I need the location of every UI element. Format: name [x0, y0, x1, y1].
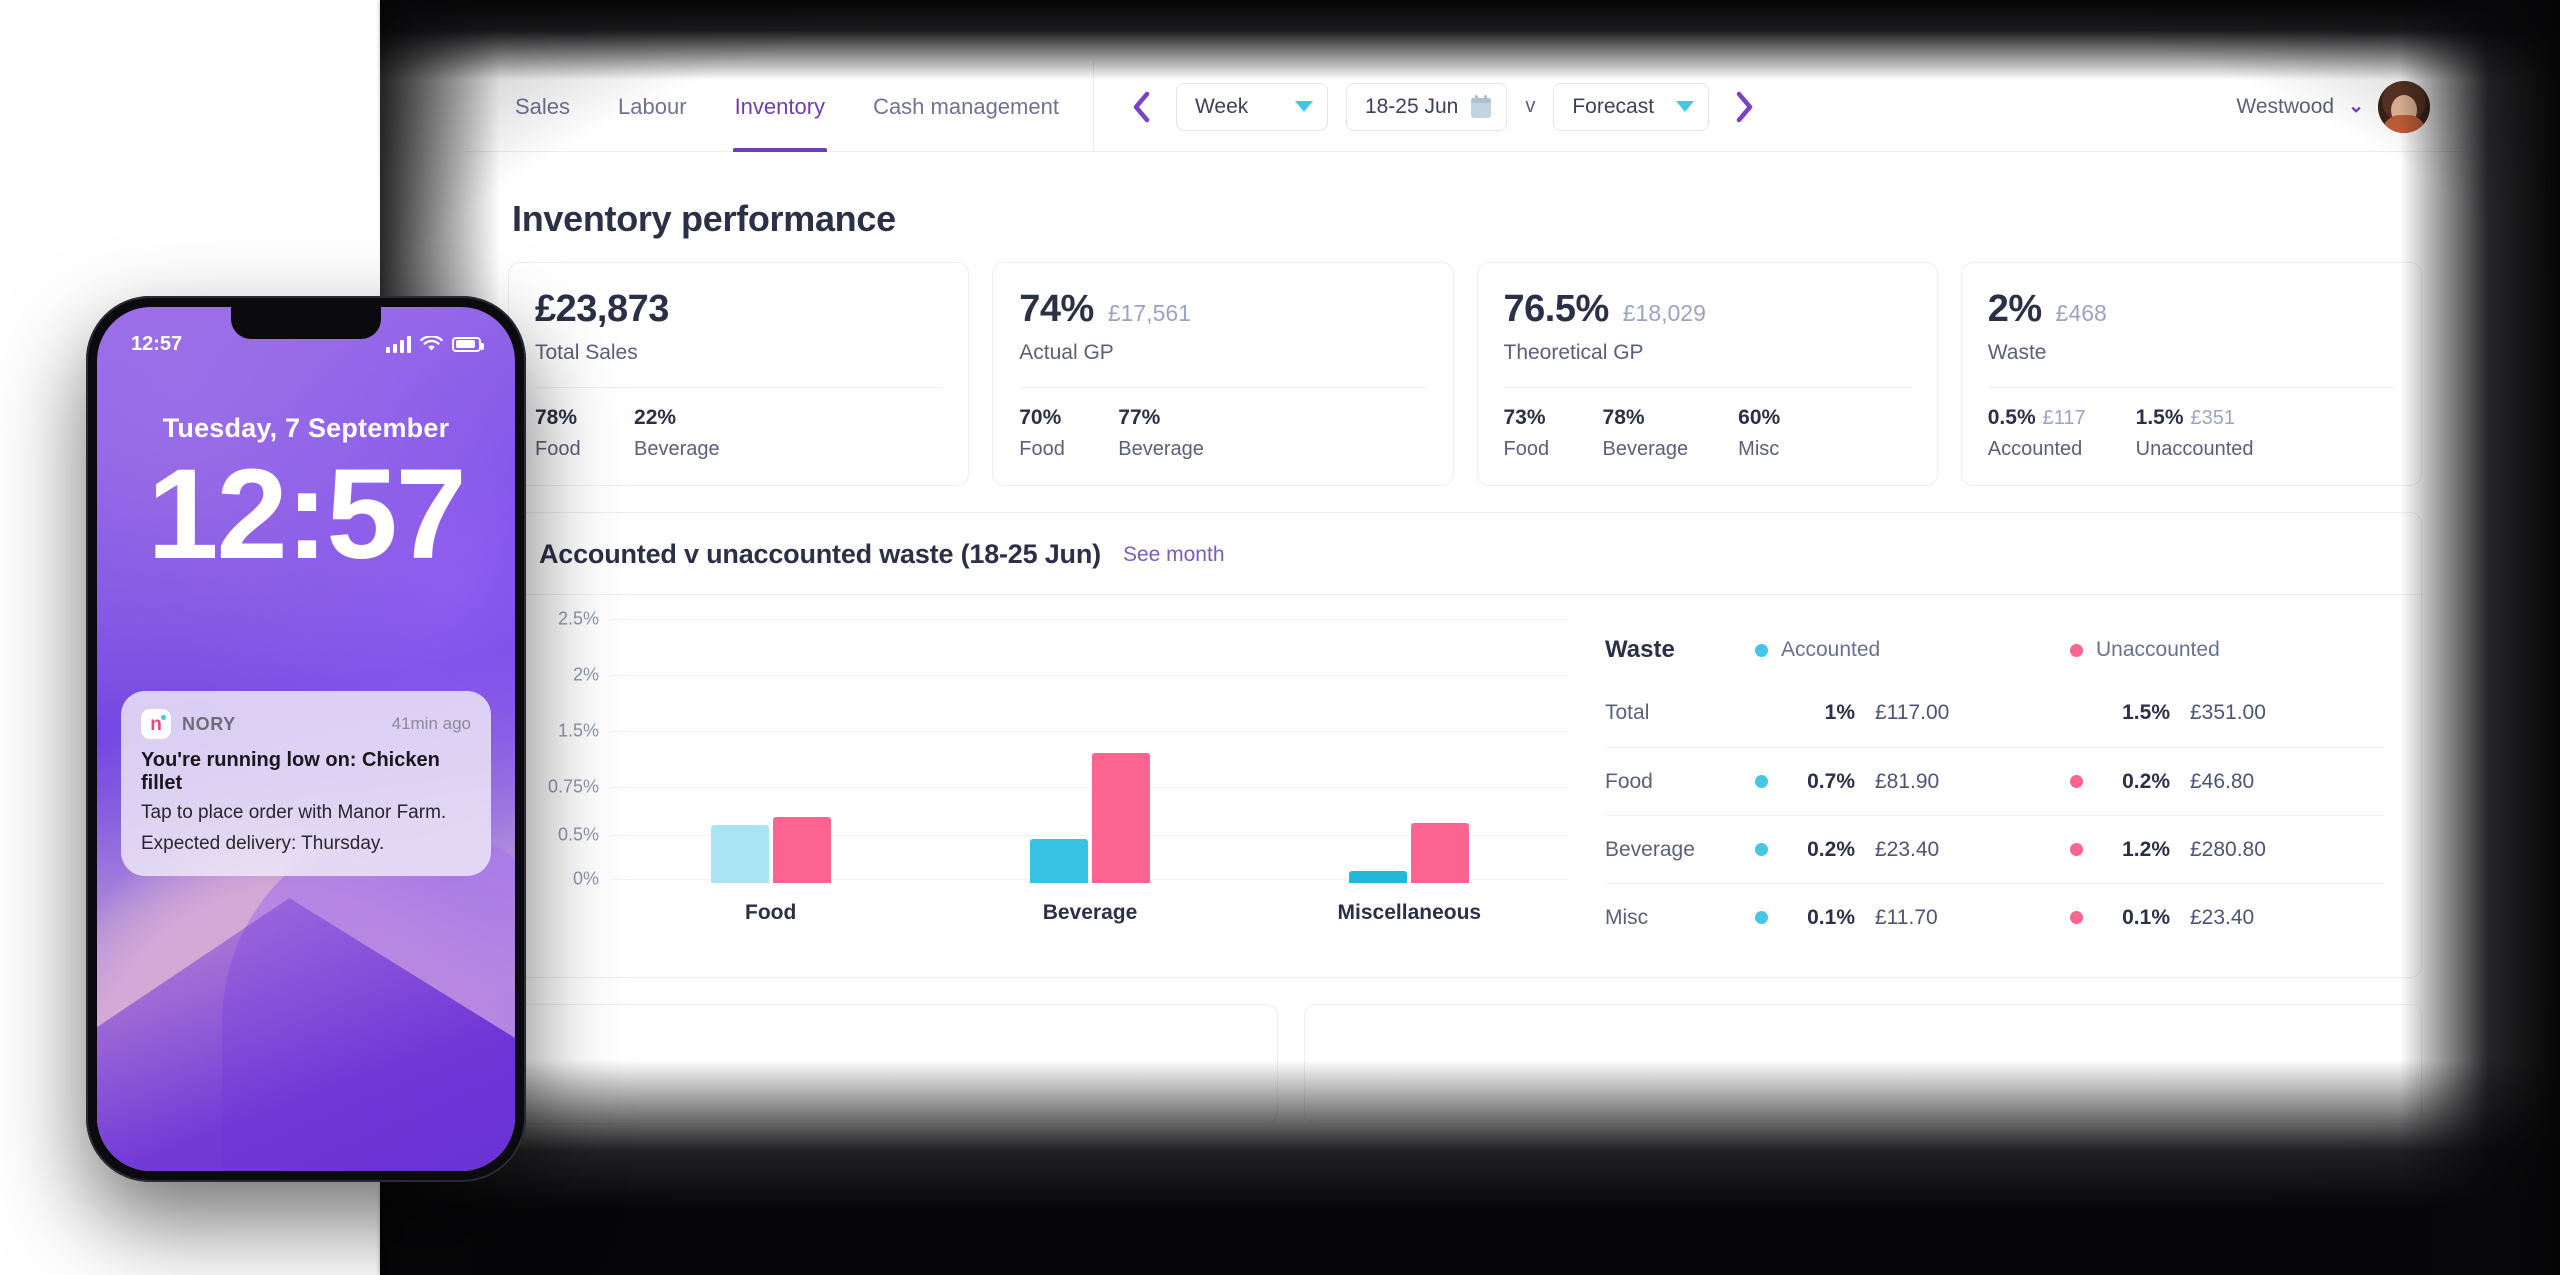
signal-bars-icon [386, 335, 411, 353]
notification-title: You're running low on: Chicken fillet [141, 749, 440, 794]
screenshot-stage: Sales Labour Inventory Cash management W… [0, 0, 2560, 1275]
phone-screen: 12:57 Tuesday, 7 September 12:57 n NORY [97, 307, 515, 1171]
status-icons [386, 335, 484, 353]
notification-app-name: NORY [182, 713, 236, 734]
notification-body-line1: Tap to place order with Manor Farm. [141, 802, 447, 823]
vignette-bottom [380, 1060, 2560, 1275]
phone-status-bar: 12:57 [97, 329, 515, 359]
phone-mockup: 12:57 Tuesday, 7 September 12:57 n NORY [86, 296, 526, 1182]
notification-card[interactable]: n NORY 41min ago You're running low on: … [121, 691, 491, 877]
status-time: 12:57 [131, 332, 183, 355]
lockscreen-clock: 12:57 [147, 443, 466, 586]
notification-header: n NORY 41min ago [141, 709, 471, 739]
vignette-top [380, 0, 2560, 80]
wifi-icon [420, 335, 443, 350]
notification-timestamp: 41min ago [391, 714, 471, 733]
battery-icon [452, 336, 484, 352]
notification-body-line2: Expected delivery: Thursday. [141, 832, 385, 854]
vignette-right [2400, 0, 2560, 1275]
nory-logo-icon: n [141, 709, 171, 739]
